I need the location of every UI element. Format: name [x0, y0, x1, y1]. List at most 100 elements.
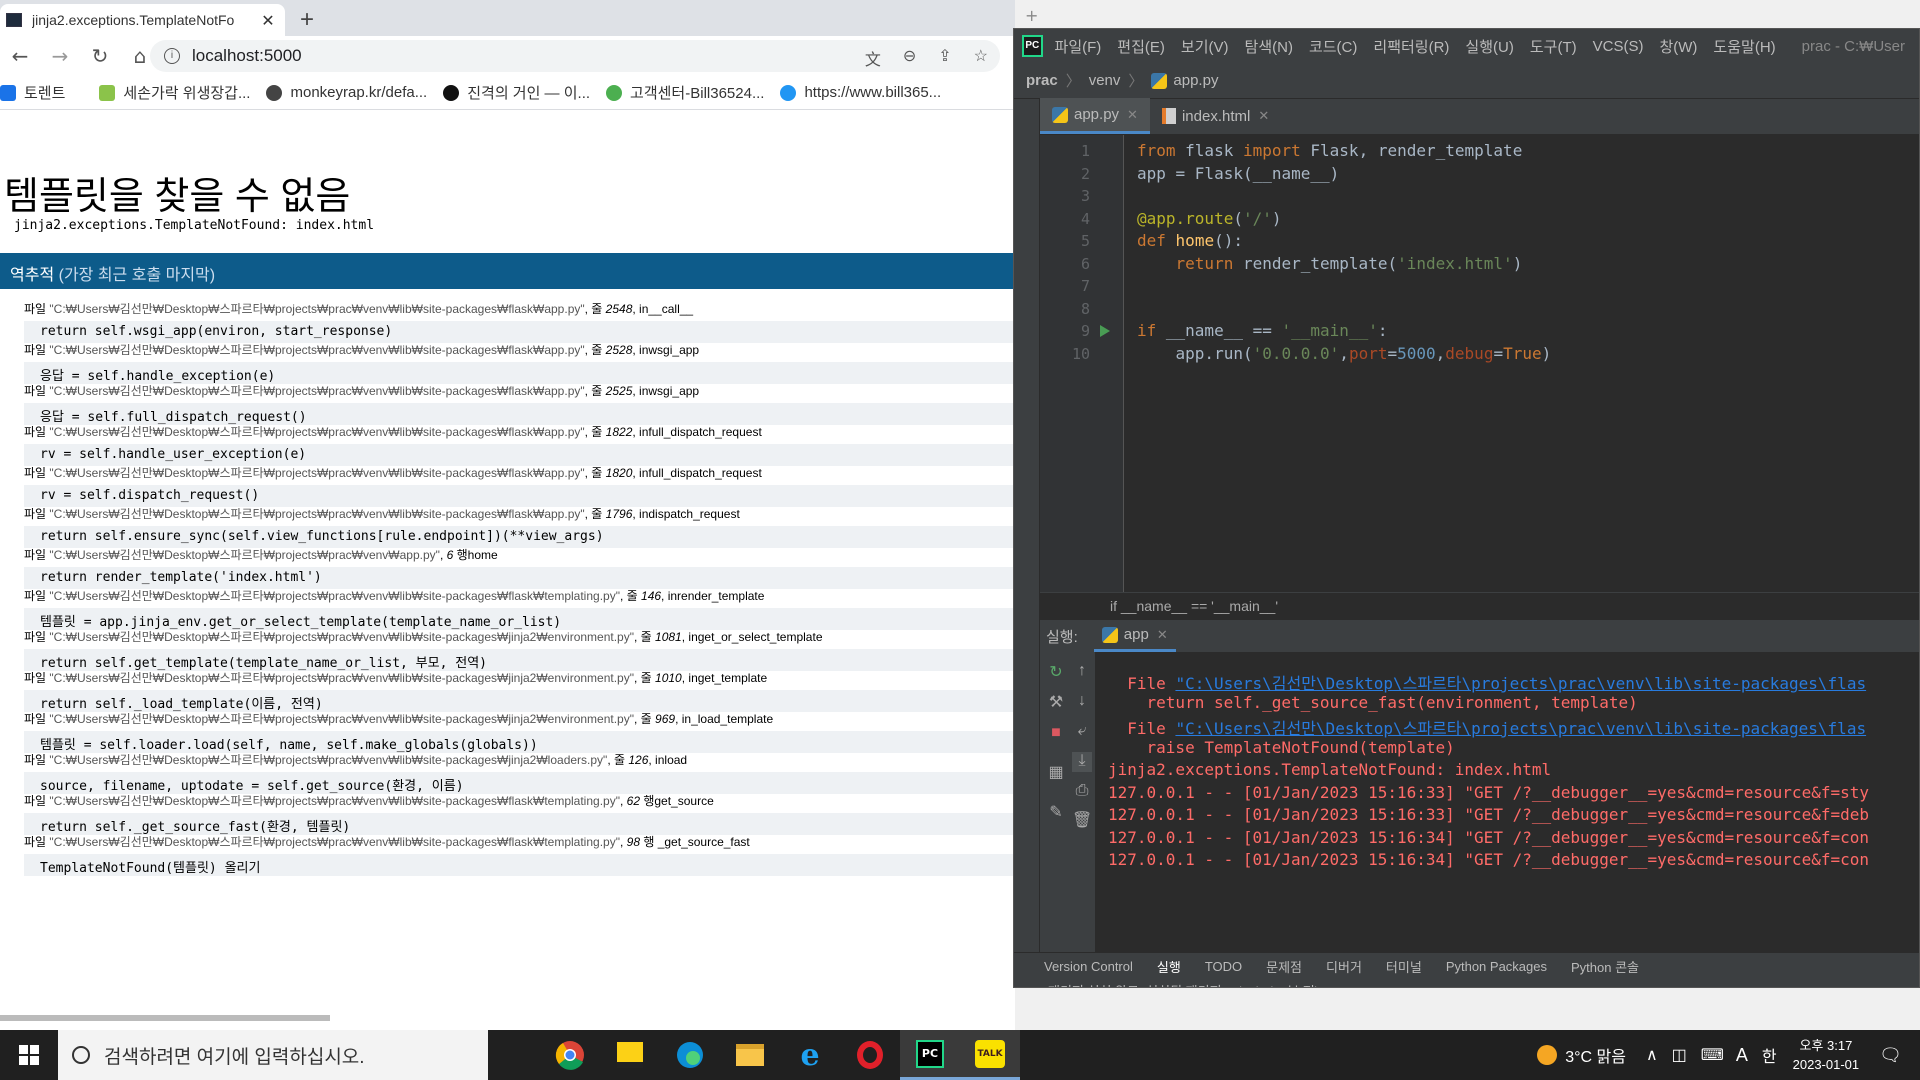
rerun-icon[interactable]: ↻	[1046, 662, 1066, 682]
bookmark-item[interactable]: 고객센터-Bill36524...	[606, 82, 764, 103]
traceback-frame[interactable]: 파일 "C:₩Users₩김선만₩Desktop₩스파르타₩projects₩p…	[24, 505, 1014, 548]
weather-text[interactable]: 3°C 맑음	[1565, 1043, 1626, 1067]
close-icon[interactable]: ✕	[1258, 108, 1269, 124]
wrench-icon[interactable]: ⚒	[1046, 692, 1066, 712]
frame-code[interactable]: TemplateNotFound(템플릿) 올리기	[24, 854, 1014, 876]
traceback-frame[interactable]: 파일 "C:₩Users₩김선만₩Desktop₩스파르타₩projects₩p…	[24, 382, 1014, 425]
layout-icon[interactable]: ▦	[1046, 762, 1066, 782]
nav-prac[interactable]: prac	[1026, 72, 1058, 89]
ime-mode[interactable]: A	[1736, 1045, 1748, 1066]
menu-vcs[interactable]: VCS(S)	[1593, 38, 1644, 55]
start-button[interactable]	[0, 1030, 58, 1080]
frame-code[interactable]: return self.wsgi_app(environ, start_resp…	[24, 321, 1014, 343]
reload-icon[interactable]: ↻	[80, 44, 120, 68]
menu-run[interactable]: 실행(U)	[1465, 36, 1513, 57]
camera-icon[interactable]: ◫	[1672, 1045, 1687, 1065]
bookmark-item[interactable]: monkeyrap.kr/defa...	[266, 84, 427, 101]
menu-navigate[interactable]: 탐색(N)	[1245, 36, 1293, 57]
stop-icon[interactable]: ■	[1046, 724, 1066, 744]
horizontal-scrollbar[interactable]	[0, 1015, 330, 1021]
pycharm-taskbar-icon[interactable]: PC	[900, 1030, 960, 1080]
close-tab-icon[interactable]: ✕	[259, 11, 277, 30]
back-icon[interactable]: ←	[0, 44, 40, 68]
zoom-icon[interactable]: ⊖	[903, 46, 916, 70]
bookmark-item[interactable]: https://www.bill365...	[780, 84, 941, 101]
trash-icon[interactable]: 🗑	[1072, 810, 1092, 830]
traceback-frame[interactable]: 파일 "C:₩Users₩김선만₩Desktop₩스파르타₩projects₩p…	[24, 464, 1014, 507]
traceback-frame[interactable]: 파일 "C:₩Users₩김선만₩Desktop₩스파르타₩projects₩p…	[24, 710, 1014, 753]
print-icon[interactable]: ⎙	[1072, 782, 1092, 802]
tool-debugger[interactable]: 디버거	[1326, 957, 1362, 976]
nav-app-py[interactable]: app.py	[1173, 72, 1218, 89]
run-gutter-icon[interactable]	[1100, 325, 1110, 337]
console-file-link[interactable]: "C:\Users\김선만\Desktop\스파르타\projects\prac…	[1175, 674, 1866, 693]
frame-code[interactable]: return self.ensure_sync(self.view_functi…	[24, 526, 1014, 548]
menu-refactor[interactable]: 리팩터링(R)	[1373, 36, 1449, 57]
chevron-up-icon[interactable]: ∧	[1646, 1045, 1658, 1065]
arrow-up-icon[interactable]: ↑	[1072, 662, 1092, 682]
frame-code[interactable]: rv = self.handle_user_exception(e)	[24, 444, 1014, 466]
frame-code[interactable]: return self.get_template(template_name_o…	[24, 649, 1014, 671]
close-icon[interactable]: ✕	[1127, 107, 1138, 123]
traceback-frame[interactable]: 파일 "C:₩Users₩김선만₩Desktop₩스파르타₩projects₩p…	[24, 587, 1014, 630]
tab-index-html[interactable]: index.html ✕	[1150, 98, 1281, 134]
code-editor[interactable]: 1 2 3 4 5 6 7 8 9 10 from flask import Flask, ren…	[1040, 135, 1919, 595]
menu-tools[interactable]: 도구(T)	[1530, 36, 1577, 57]
arrow-down-icon[interactable]: ↓	[1072, 692, 1092, 712]
traceback-frame[interactable]: 파일 "C:₩Users₩김선만₩Desktop₩스파르타₩projects₩p…	[24, 669, 1014, 712]
share-icon[interactable]: ⇪	[938, 46, 951, 70]
frame-code[interactable]: 응답 = self.full_dispatch_request()	[24, 403, 1014, 425]
bookmark-item[interactable]: 세손가락 위생장갑...	[99, 82, 250, 103]
frame-code[interactable]: return render_template('index.html')	[24, 567, 1014, 589]
traceback-frame[interactable]: 파일 "C:₩Users₩김선만₩Desktop₩스파르타₩projects₩p…	[24, 300, 1014, 343]
new-tab-button[interactable]: +	[300, 6, 314, 34]
keyboard-icon[interactable]: ⌨	[1701, 1045, 1724, 1065]
frame-code[interactable]: 템플릿 = self.loader.load(self, name, self.…	[24, 731, 1014, 753]
traceback-frame[interactable]: 파일 "C:₩Users₩김선만₩Desktop₩스파르타₩projects₩p…	[24, 628, 1014, 671]
traceback-frame[interactable]: 파일 "C:₩Users₩김선만₩Desktop₩스파르타₩projects₩p…	[24, 833, 1014, 876]
forward-icon[interactable]: →	[40, 44, 80, 68]
pin-icon[interactable]: ✎	[1046, 802, 1066, 822]
traceback-frame[interactable]: 파일 "C:₩Users₩김선만₩Desktop₩스파르타₩projects₩p…	[24, 546, 1014, 589]
file-explorer-icon[interactable]	[720, 1030, 780, 1080]
frame-code[interactable]: return self._get_source_fast(환경, 템플릿)	[24, 813, 1014, 835]
chrome-icon[interactable]	[540, 1030, 600, 1080]
tool-terminal[interactable]: 터미널	[1386, 957, 1422, 976]
run-tab-app[interactable]: app ✕	[1093, 620, 1176, 652]
address-bar[interactable]: i localhost:5000 文 ⊖ ⇪ ☆	[150, 40, 1000, 72]
traceback-frame[interactable]: 파일 "C:₩Users₩김선만₩Desktop₩스파르타₩projects₩p…	[24, 792, 1014, 835]
notification-icon[interactable]: 🗨	[1879, 1045, 1902, 1066]
frame-code[interactable]: return self._load_template(이름, 전역)	[24, 690, 1014, 712]
soft-wrap-icon[interactable]: ⤶	[1072, 722, 1092, 742]
run-console[interactable]: File "C:\Users\김선만\Desktop\스파르타\projects…	[1096, 652, 1919, 952]
traceback-frame[interactable]: 파일 "C:₩Users₩김선만₩Desktop₩스파르타₩projects₩p…	[24, 423, 1014, 466]
frame-code[interactable]: source, filename, uptodate = self.get_so…	[24, 772, 1014, 794]
bookmark-item[interactable]: 토렌트	[0, 82, 65, 103]
tool-run[interactable]: 실행	[1157, 957, 1181, 976]
sticky-notes-icon[interactable]	[600, 1030, 660, 1080]
opera-icon[interactable]	[840, 1030, 900, 1080]
traceback-frame[interactable]: 파일 "C:₩Users₩김선만₩Desktop₩스파르타₩projects₩p…	[24, 751, 1014, 794]
info-icon[interactable]: i	[164, 48, 180, 64]
tool-todo[interactable]: TODO	[1205, 959, 1242, 974]
menu-view[interactable]: 보기(V)	[1181, 36, 1229, 57]
nav-venv[interactable]: venv	[1089, 72, 1121, 89]
language-indicator[interactable]: 한	[1762, 1043, 1777, 1067]
code-breadcrumb[interactable]: if __name__ == '__main__'	[1040, 592, 1919, 620]
bookmark-item[interactable]: 진격의 거인 — 이...	[443, 82, 590, 103]
tool-python-console[interactable]: Python 콘솔	[1571, 957, 1639, 976]
menu-window[interactable]: 창(W)	[1659, 36, 1697, 57]
project-tool-strip[interactable]	[1014, 99, 1040, 969]
frame-code[interactable]: 템플릿 = app.jinja_env.get_or_select_templa…	[24, 608, 1014, 630]
browser-tab[interactable]: jinja2.exceptions.TemplateNotFo ✕	[0, 4, 285, 36]
star-icon[interactable]: ☆	[974, 46, 988, 70]
menu-code[interactable]: 코드(C)	[1309, 36, 1357, 57]
clock[interactable]: 오후 3:17 2023-01-01	[1793, 1036, 1860, 1074]
taskbar-search[interactable]: 검색하려면 여기에 입력하십시오.	[58, 1030, 488, 1080]
close-icon[interactable]: ✕	[1157, 627, 1168, 643]
frame-code[interactable]: rv = self.dispatch_request()	[24, 485, 1014, 507]
frame-code[interactable]: 응답 = self.handle_exception(e)	[24, 362, 1014, 384]
traceback-frame[interactable]: 파일 "C:₩Users₩김선만₩Desktop₩스파르타₩projects₩p…	[24, 341, 1014, 384]
tab-app-py[interactable]: app.py ✕	[1040, 98, 1150, 134]
internet-explorer-icon[interactable]: e	[780, 1030, 840, 1080]
